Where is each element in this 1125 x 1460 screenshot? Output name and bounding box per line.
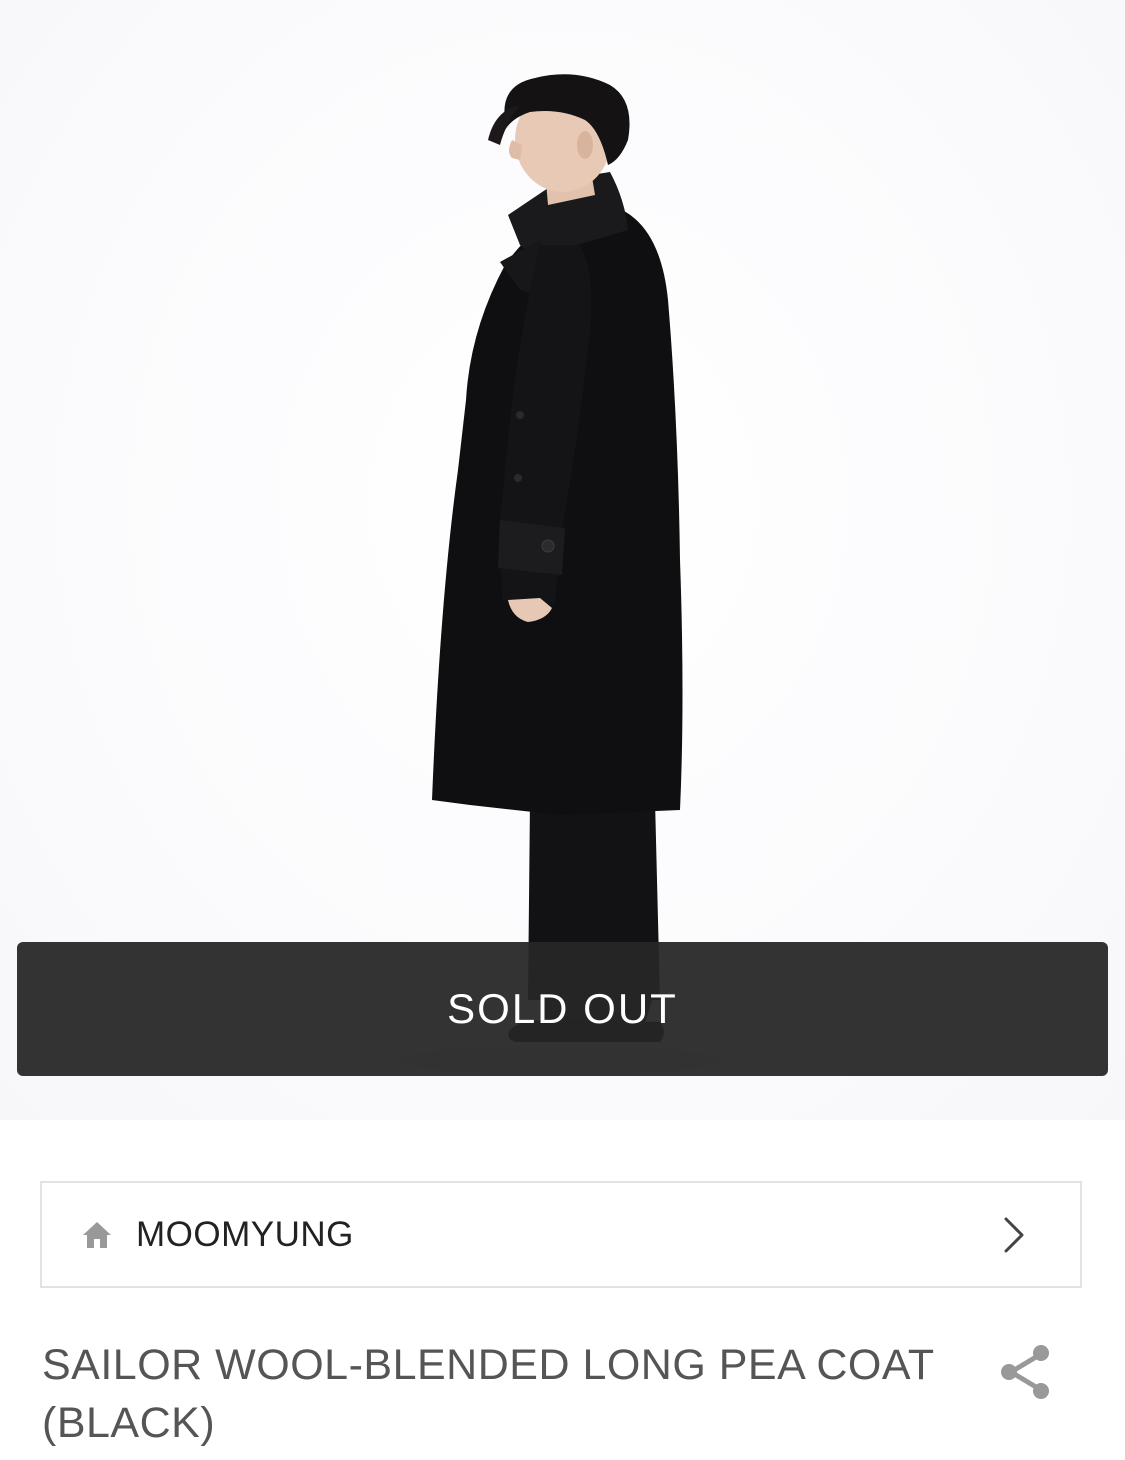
share-icon: [1001, 1345, 1049, 1399]
product-image[interactable]: SOLD OUT: [0, 0, 1125, 1120]
sold-out-label: SOLD OUT: [447, 985, 678, 1032]
share-button[interactable]: [995, 1342, 1055, 1402]
product-title: SAILOR WOOL-BLENDED LONG PEA COAT(BLACK): [42, 1341, 935, 1447]
home-icon: [80, 1218, 114, 1252]
brand-link[interactable]: MOOMYUNG: [40, 1181, 1082, 1288]
chevron-right-icon: [1000, 1215, 1028, 1255]
sold-out-overlay: SOLD OUT: [17, 942, 1108, 1076]
brand-name: MOOMYUNG: [136, 1214, 354, 1254]
